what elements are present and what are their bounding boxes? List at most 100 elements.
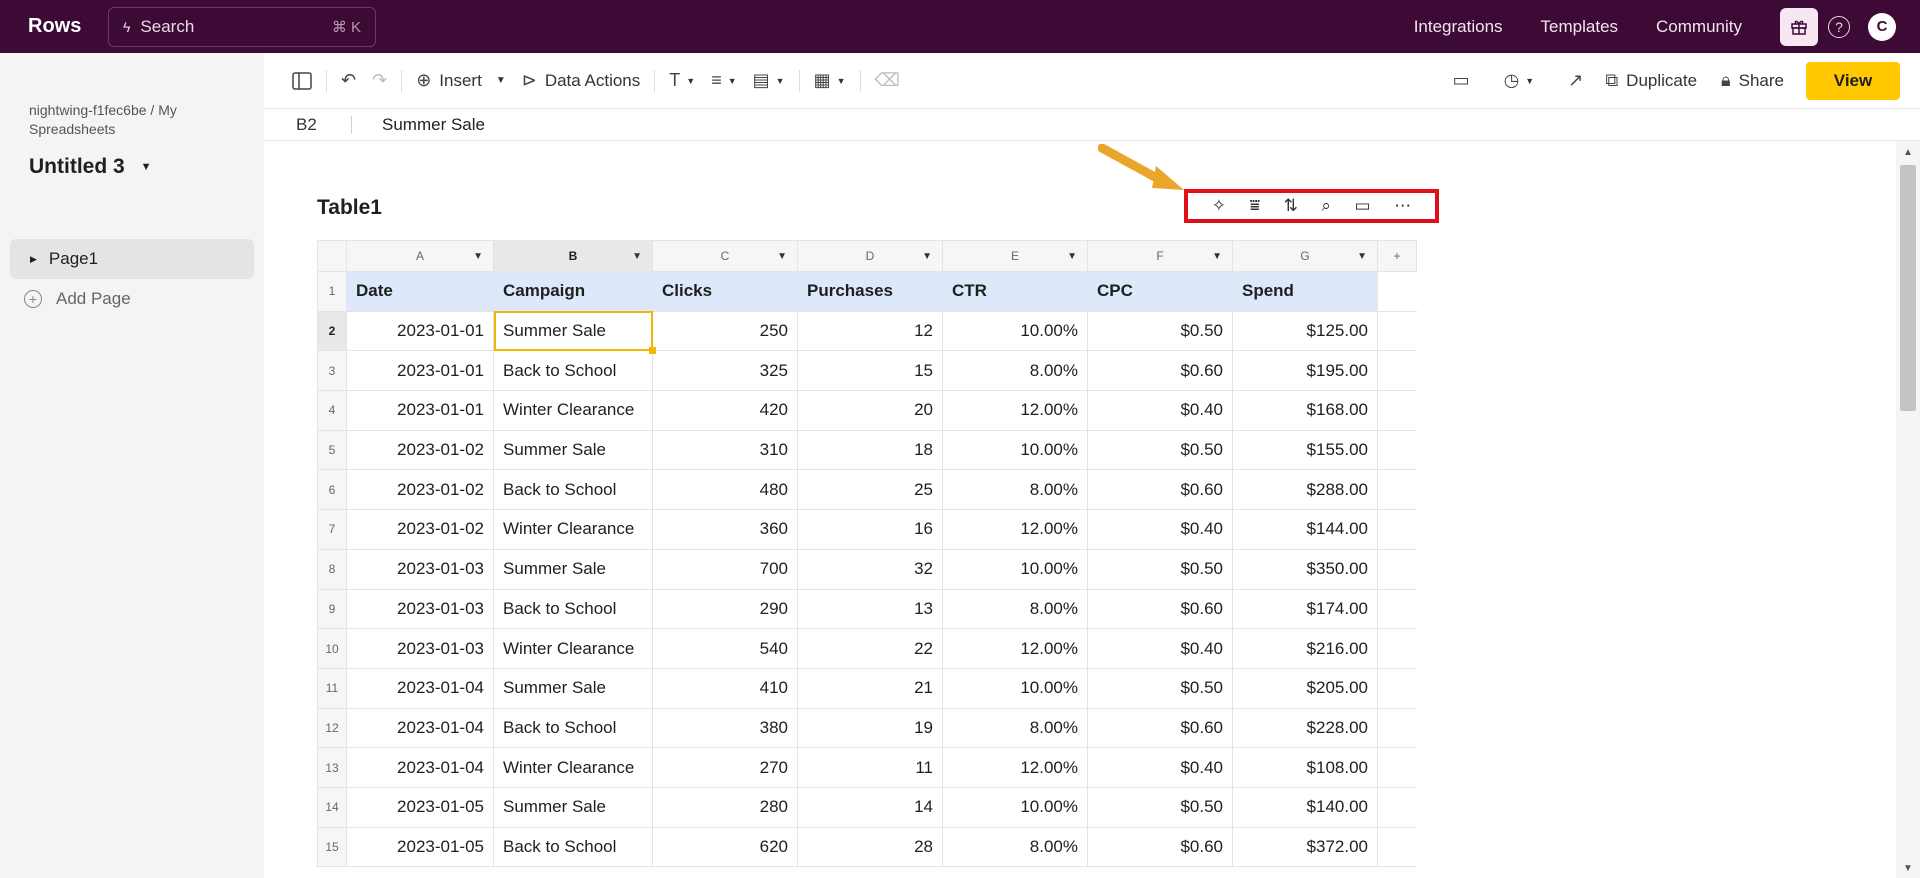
table-cell[interactable]: 310 <box>652 429 798 471</box>
table-cell[interactable]: $0.50 <box>1087 310 1233 352</box>
table-cell[interactable]: $108.00 <box>1232 747 1378 788</box>
header-cell[interactable]: Purchases <box>797 271 943 312</box>
table-cell[interactable]: 19 <box>797 707 943 749</box>
formula-input[interactable]: Summer Sale <box>382 115 485 135</box>
comment-icon[interactable]: ▭ <box>1445 63 1478 99</box>
filter-icon[interactable]: ⩸ <box>1250 196 1260 216</box>
scroll-up-icon[interactable]: ▲ <box>1903 147 1913 158</box>
duplicate-button[interactable]: ⧉ Duplicate <box>1597 63 1705 99</box>
table-cell[interactable]: $0.50 <box>1087 786 1233 828</box>
row-number[interactable]: 14 <box>317 786 347 828</box>
table-cell[interactable]: 2023-01-04 <box>346 667 494 709</box>
header-cell[interactable]: Campaign <box>493 271 653 312</box>
table-cell[interactable]: 21 <box>797 667 943 709</box>
row-number[interactable]: 1 <box>317 271 347 312</box>
column-menu-icon[interactable]: ▼ <box>1067 251 1077 262</box>
fill-handle[interactable] <box>649 347 656 355</box>
header-cell[interactable]: Clicks <box>652 271 798 312</box>
table-cell[interactable]: 8.00% <box>942 826 1088 868</box>
table-cell[interactable]: $0.40 <box>1087 628 1233 669</box>
table-cell[interactable]: 25 <box>797 469 943 511</box>
table-cell[interactable]: 360 <box>652 509 798 550</box>
cell-reference[interactable]: B2 <box>264 115 351 135</box>
comment-icon[interactable]: ▭ <box>1355 196 1371 216</box>
table-cell[interactable]: 14 <box>797 786 943 828</box>
table-cell[interactable]: $0.60 <box>1087 469 1233 511</box>
caret-down-icon[interactable]: ▼ <box>141 161 152 173</box>
column-letter-d[interactable]: D ▼ <box>797 240 943 272</box>
share-button[interactable]: 🔒︎ Share <box>1713 63 1792 99</box>
rows-logo[interactable]: Rows <box>28 15 108 38</box>
table-cell[interactable]: Summer Sale <box>493 667 653 709</box>
search-icon[interactable]: ⌕ <box>1321 196 1331 216</box>
table-cell[interactable]: $168.00 <box>1232 390 1378 431</box>
table-cell[interactable]: 2023-01-05 <box>346 826 494 868</box>
table-cell[interactable]: 10.00% <box>942 310 1088 352</box>
column-letter-e[interactable]: E ▼ <box>942 240 1088 272</box>
table-cell[interactable]: $0.60 <box>1087 707 1233 749</box>
redo-icon[interactable]: ↷ <box>364 63 395 99</box>
table-cell[interactable]: Back to School <box>493 707 653 749</box>
table-cell[interactable]: 8.00% <box>942 707 1088 749</box>
view-button[interactable]: View <box>1806 61 1900 100</box>
table-cell[interactable]: 540 <box>652 628 798 669</box>
table-cell[interactable]: $0.40 <box>1087 390 1233 431</box>
table-cell[interactable]: 10.00% <box>942 786 1088 828</box>
table-cell[interactable]: 22 <box>797 628 943 669</box>
toggle-sidebar-icon[interactable] <box>284 63 320 99</box>
table-cell[interactable]: 8.00% <box>942 350 1088 392</box>
trend-icon[interactable]: ↗ <box>1560 63 1591 99</box>
table-cell[interactable]: $0.60 <box>1087 588 1233 630</box>
layout-icon[interactable]: ▦ ▼ <box>806 63 854 99</box>
undo-icon[interactable]: ↶ <box>333 63 364 99</box>
table-cell[interactable]: 290 <box>652 588 798 630</box>
header-cell[interactable]: CPC <box>1087 271 1233 312</box>
table-cell[interactable]: 2023-01-02 <box>346 429 494 471</box>
table-cell[interactable]: $0.60 <box>1087 826 1233 868</box>
cell-format-icon[interactable]: ▤ ▼ <box>745 63 793 99</box>
table-cell[interactable]: Summer Sale <box>493 429 653 471</box>
table-cell[interactable]: $155.00 <box>1232 429 1378 471</box>
table-cell[interactable]: $195.00 <box>1232 350 1378 392</box>
table-cell[interactable]: 28 <box>797 826 943 868</box>
table-cell[interactable]: $372.00 <box>1232 826 1378 868</box>
table-cell[interactable]: $0.60 <box>1087 350 1233 392</box>
table-cell[interactable]: Winter Clearance <box>493 628 653 669</box>
table-cell[interactable]: 11 <box>797 747 943 788</box>
table-cell[interactable]: Winter Clearance <box>493 509 653 550</box>
table-cell[interactable]: 12.00% <box>942 390 1088 431</box>
table-cell[interactable]: 480 <box>652 469 798 511</box>
table-cell[interactable]: Summer Sale <box>493 310 656 355</box>
table-cell[interactable]: 16 <box>797 509 943 550</box>
ai-sparkle-icon[interactable]: ✧ <box>1212 196 1226 216</box>
column-menu-icon[interactable]: ▼ <box>473 251 483 262</box>
table-cell[interactable]: 20 <box>797 390 943 431</box>
table-cell[interactable]: 2023-01-03 <box>346 628 494 669</box>
table-cell[interactable]: 700 <box>652 548 798 590</box>
row-number[interactable]: 8 <box>317 548 347 590</box>
column-menu-icon[interactable]: ▼ <box>632 251 642 262</box>
column-letter-g[interactable]: G ▼ <box>1232 240 1378 272</box>
table-cell[interactable]: 2023-01-01 <box>346 310 494 352</box>
row-number[interactable]: 5 <box>317 429 347 471</box>
row-number[interactable]: 4 <box>317 390 347 431</box>
table-cell[interactable]: $0.50 <box>1087 667 1233 709</box>
data-actions-button[interactable]: ⊳ Data Actions <box>514 63 649 99</box>
align-icon[interactable]: ≡ ▼ <box>703 63 744 99</box>
table-cell[interactable]: 380 <box>652 707 798 749</box>
vertical-scrollbar[interactable]: ▲ ▼ <box>1896 141 1920 878</box>
table-cell[interactable]: $174.00 <box>1232 588 1378 630</box>
more-icon[interactable]: ⋯ <box>1394 196 1411 216</box>
document-title[interactable]: Untitled 3 ▼ <box>29 155 152 179</box>
search-box[interactable]: ϟ Search ⌘ K <box>108 6 376 47</box>
table-cell[interactable]: 280 <box>652 786 798 828</box>
row-number[interactable]: 3 <box>317 350 347 392</box>
table-cell[interactable]: $144.00 <box>1232 509 1378 550</box>
sidebar-item-page1[interactable]: ▶ Page1 <box>10 239 254 279</box>
nav-community[interactable]: Community <box>1656 17 1742 37</box>
row-number[interactable]: 12 <box>317 707 347 749</box>
breadcrumb[interactable]: nightwing-f1fec6be / My Spreadsheets <box>29 101 229 139</box>
table-cell[interactable]: 12.00% <box>942 747 1088 788</box>
table-cell[interactable]: 2023-01-02 <box>346 469 494 511</box>
table-cell[interactable]: Winter Clearance <box>493 390 653 431</box>
